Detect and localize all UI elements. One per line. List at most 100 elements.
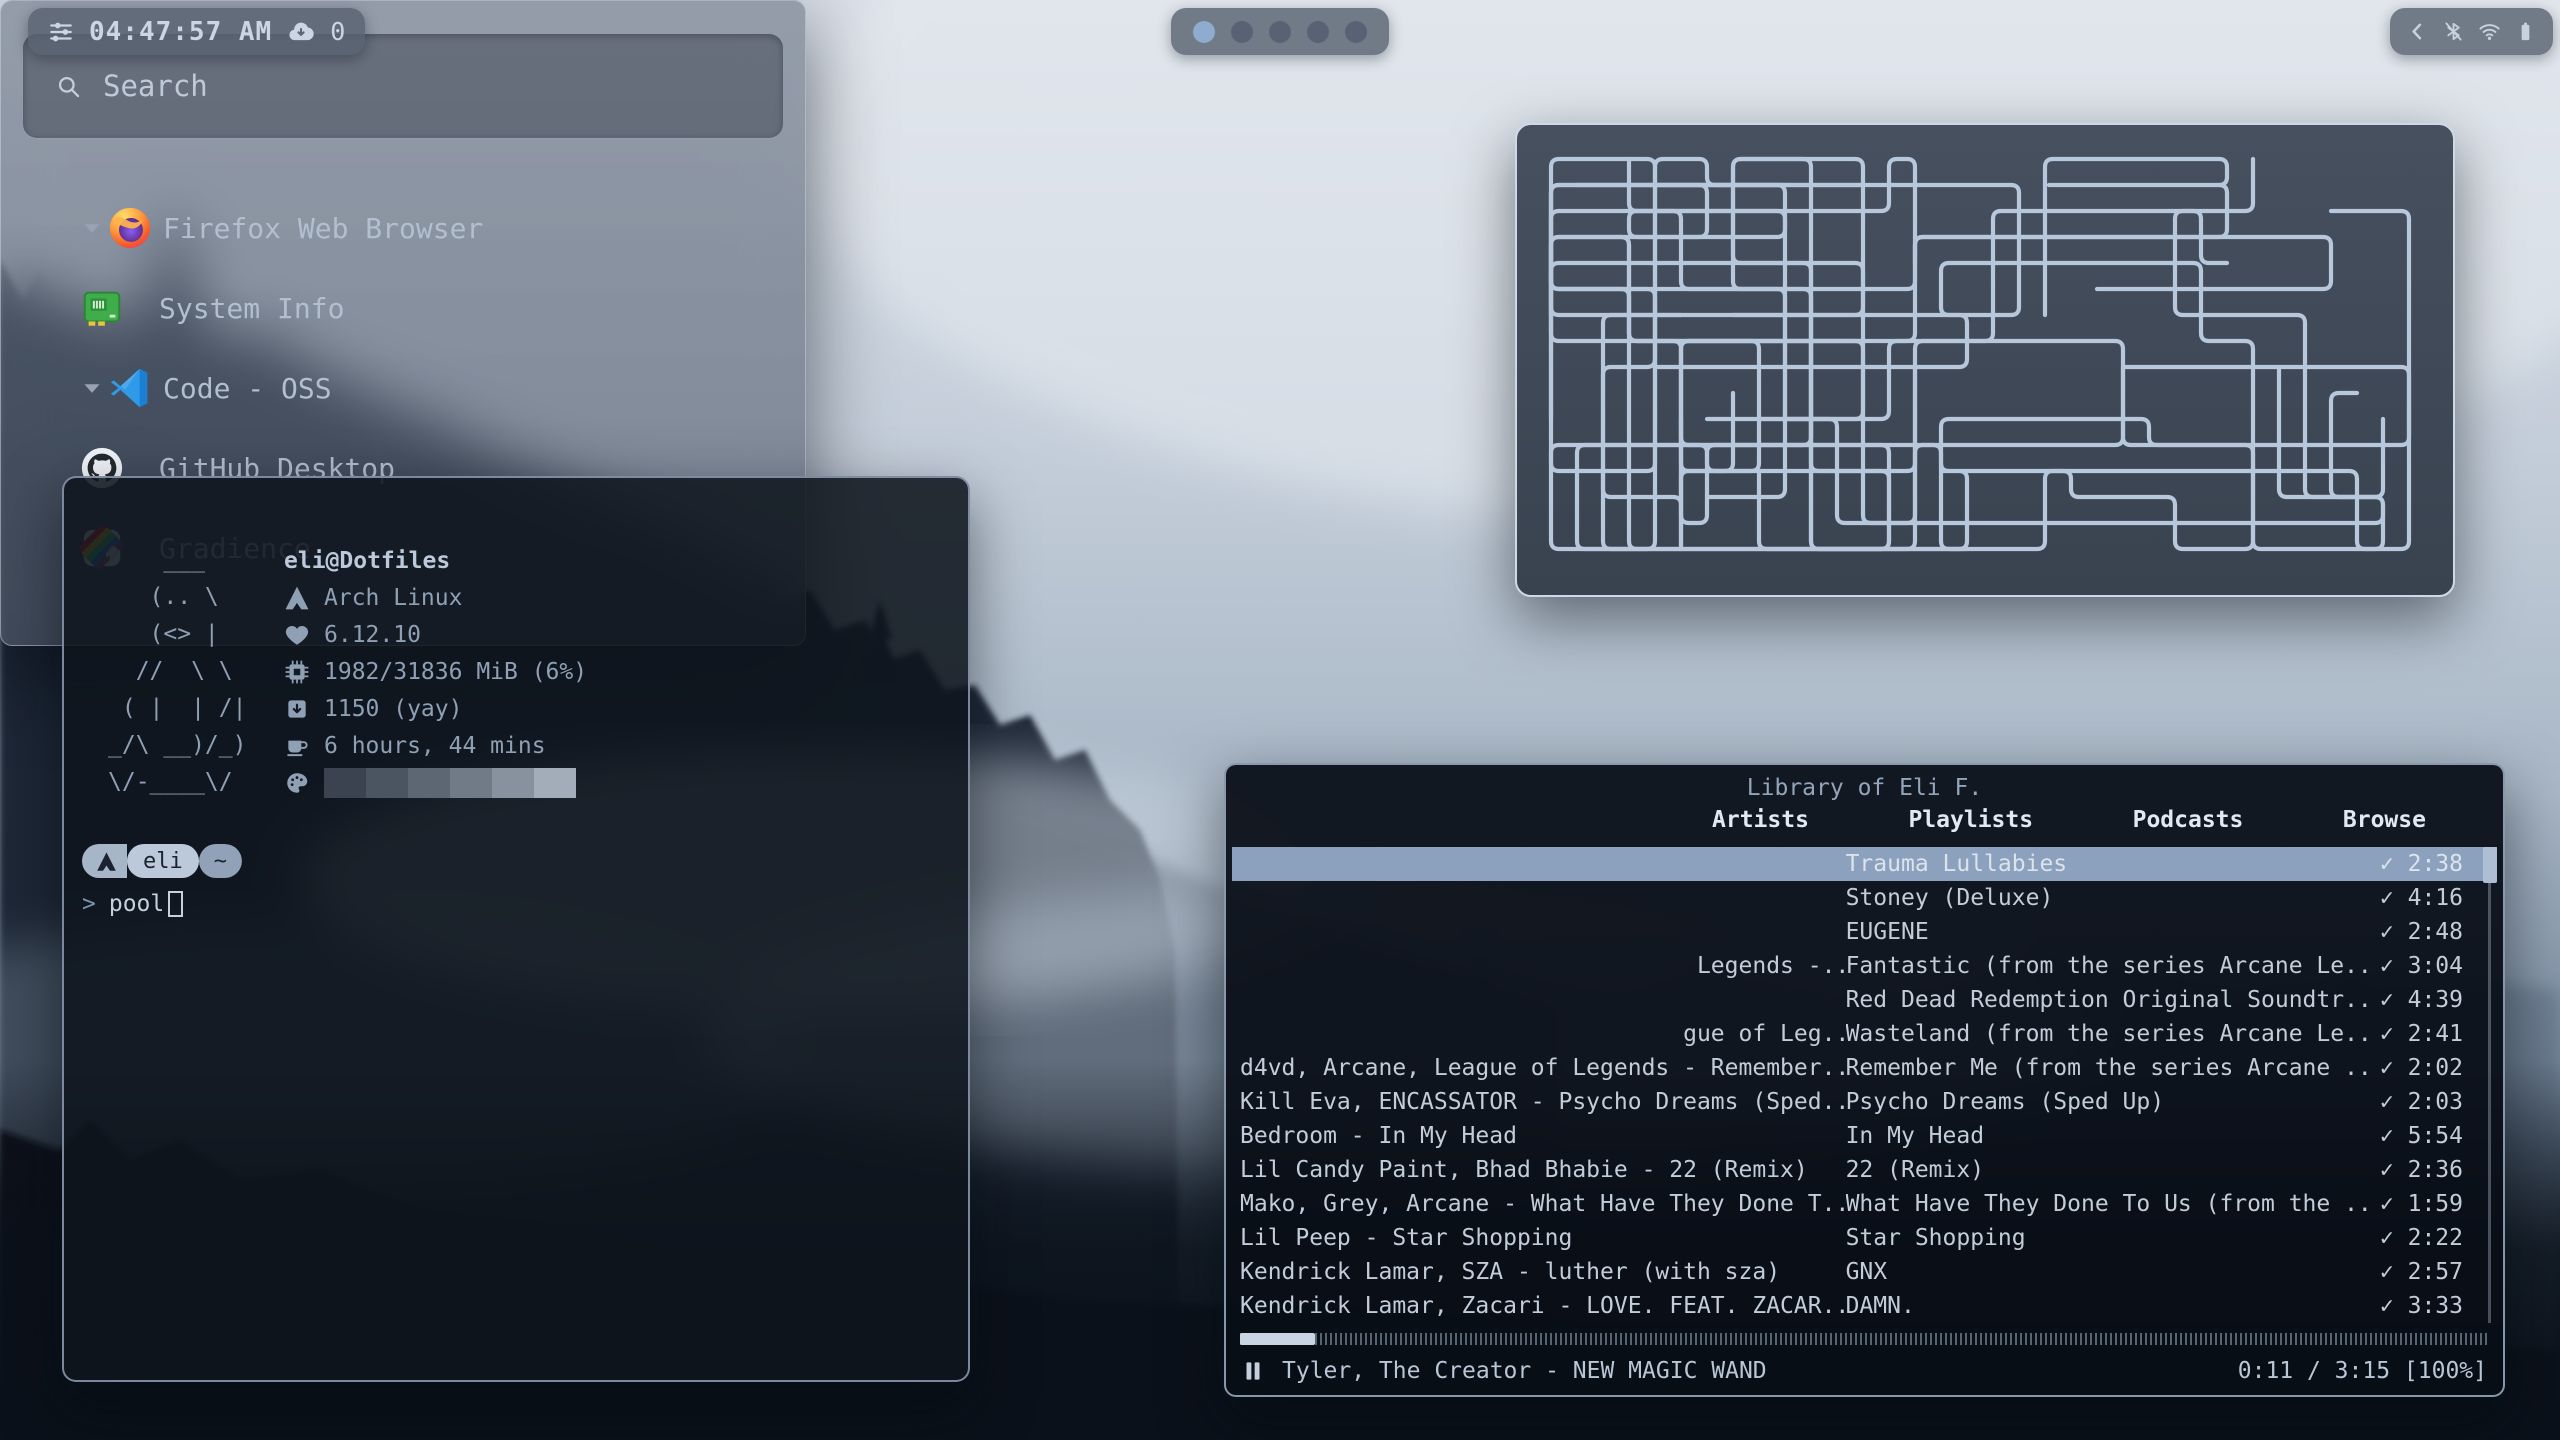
track-row[interactable]: Mako, Grey, Arcane - What Have They Done… <box>1232 1187 2497 1221</box>
fastfetch-entry: 1982/31836 MiB (6%) <box>284 653 587 690</box>
clock: 04:47:57 AM <box>89 17 272 47</box>
track-duration: ✓ 2:36 <box>2380 1157 2463 1183</box>
launcher-item-firefox-web-browser[interactable]: Firefox Web Browser <box>1 188 805 268</box>
chevron-down-icon <box>79 375 105 401</box>
track-row[interactable]: Stoney (Deluxe)✓ 4:16 <box>1232 881 2497 915</box>
workspace-dot-5[interactable] <box>1345 21 1367 43</box>
workspace-dot-2[interactable] <box>1231 21 1253 43</box>
track-row[interactable]: Trauma Lullabies✓ 2:38 <box>1232 847 2497 881</box>
now-playing-time: 0:11 / 3:15 [100%] <box>2238 1358 2487 1384</box>
track-row[interactable]: Red Dead Redemption Original Soundtr..✓ … <box>1232 983 2497 1017</box>
track-duration: ✓ 2:02 <box>2380 1055 2463 1081</box>
text-cursor <box>168 891 183 917</box>
fastfetch-output: ___ (.. \ (<> | // \ \ ( | | /| _/\ __)/… <box>108 542 587 801</box>
track-artist: d4vd, Arcane, League of Legends - Rememb… <box>1240 1055 1846 1081</box>
prompt-pill: eli ~ <box>82 844 242 878</box>
search-input[interactable] <box>103 69 783 103</box>
fastfetch-entry: 6.12.10 <box>284 616 587 653</box>
pipes-screensaver-window[interactable] <box>1515 123 2455 597</box>
track-artist: Kill Eva, ENCASSATOR - Psycho Dreams (Sp… <box>1240 1089 1846 1115</box>
prompt-cwd: ~ <box>199 844 242 878</box>
track-artist: Bedroom - In My Head <box>1240 1123 1846 1149</box>
track-row[interactable]: EUGENE✓ 2:48 <box>1232 915 2497 949</box>
track-row[interactable]: Lil Candy Paint, Bhad Bhabie - 22 (Remix… <box>1232 1153 2497 1187</box>
shell-prompt: eli ~ > pool <box>82 844 242 917</box>
terminal-window[interactable]: ___ (.. \ (<> | // \ \ ( | | /| _/\ __)/… <box>62 476 970 1382</box>
palette-swatch <box>408 768 450 798</box>
track-row[interactable]: Kendrick Lamar, Zacari - LOVE. FEAT. ZAC… <box>1232 1289 2497 1323</box>
desktop: { "colors": { "accent_blue": "#8fabce", … <box>0 0 2560 1440</box>
playback-progress-bar[interactable] <box>1240 1333 2489 1345</box>
fastfetch-value: 6.12.10 <box>324 622 421 648</box>
now-playing-bar: Tyler, The Creator - NEW MAGIC WAND 0:11… <box>1240 1351 2487 1391</box>
tab-artists[interactable]: Artists <box>1712 807 1809 833</box>
fastfetch-entry: 1150 (yay) <box>284 690 587 727</box>
track-artist: Legends -.. <box>1240 953 1846 979</box>
workspace-dot-3[interactable] <box>1269 21 1291 43</box>
track-row[interactable]: gue of Leg..Wasteland (from the series A… <box>1232 1017 2497 1051</box>
typed-command: pool <box>109 891 164 917</box>
workspace-dot-4[interactable] <box>1307 21 1329 43</box>
palette-swatch <box>324 768 366 798</box>
track-duration: ✓ 3:33 <box>2380 1293 2463 1319</box>
palette-swatch <box>450 768 492 798</box>
statusbar-clock-pill[interactable]: 04:47:57 AM 0 <box>28 8 365 55</box>
chevron-left-icon[interactable] <box>2406 20 2429 43</box>
launcher-item-label: Firefox Web Browser <box>163 212 483 245</box>
system-tray <box>2390 8 2553 55</box>
updates-count: 0 <box>330 17 345 46</box>
tab-playlists[interactable]: Playlists <box>1908 807 2033 833</box>
prompt-user: eli <box>127 844 199 878</box>
track-row[interactable]: Lil Peep - Star ShoppingStar Shopping✓ 2… <box>1232 1221 2497 1255</box>
command-line[interactable]: > pool <box>82 891 242 917</box>
track-artist: Lil Peep - Star Shopping <box>1240 1225 1846 1251</box>
track-duration: ✓ 5:54 <box>2380 1123 2463 1149</box>
track-duration: ✓ 2:22 <box>2380 1225 2463 1251</box>
bluetooth-off-icon[interactable] <box>2442 20 2465 43</box>
palette-swatch <box>366 768 408 798</box>
launcher-item-system-info[interactable]: System Info <box>1 268 805 348</box>
track-duration: ✓ 2:03 <box>2380 1089 2463 1115</box>
track-title: Wasteland (from the series Arcane Le.. <box>1846 1021 2380 1047</box>
track-row[interactable]: Kendrick Lamar, SZA - luther (with sza)G… <box>1232 1255 2497 1289</box>
workspace-switcher <box>1171 8 1389 55</box>
scrollbar-thumb[interactable] <box>2483 847 2497 883</box>
track-row[interactable]: Bedroom - In My HeadIn My Head✓ 5:54 <box>1232 1119 2497 1153</box>
firefox-icon <box>107 205 153 251</box>
music-player-window[interactable]: Library of Eli F. ArtistsPlaylistsPodcas… <box>1224 763 2505 1397</box>
wifi-icon[interactable] <box>2478 20 2501 43</box>
track-duration: ✓ 2:48 <box>2380 919 2463 945</box>
track-title: What Have They Done To Us (from the .. <box>1846 1191 2380 1217</box>
track-duration: ✓ 4:16 <box>2380 885 2463 911</box>
tab-podcasts[interactable]: Podcasts <box>2133 807 2244 833</box>
system-info-icon <box>79 285 125 331</box>
launcher-item-code-oss[interactable]: Code - OSS <box>1 348 805 428</box>
track-row[interactable]: Kill Eva, ENCASSATOR - Psycho Dreams (Sp… <box>1232 1085 2497 1119</box>
sliders-icon <box>48 19 74 45</box>
track-title: Trauma Lullabies <box>1846 851 2380 877</box>
tab-browse[interactable]: Browse <box>2343 807 2426 833</box>
fastfetch-entry: Arch Linux <box>284 579 587 616</box>
track-duration: ✓ 1:59 <box>2380 1191 2463 1217</box>
track-artist: Mako, Grey, Arcane - What Have They Done… <box>1240 1191 1846 1217</box>
track-artist: Kendrick Lamar, Zacari - LOVE. FEAT. ZAC… <box>1240 1293 1846 1319</box>
track-title: Star Shopping <box>1846 1225 2380 1251</box>
track-title: Stoney (Deluxe) <box>1846 885 2380 911</box>
palette-swatch <box>534 768 576 798</box>
track-duration: ✓ 4:39 <box>2380 987 2463 1013</box>
track-artist: gue of Leg.. <box>1240 1021 1846 1047</box>
fastfetch-value: 1150 (yay) <box>324 696 462 722</box>
pause-icon[interactable] <box>1240 1358 1266 1384</box>
track-row[interactable]: Legends -..Fantastic (from the series Ar… <box>1232 949 2497 983</box>
packages-icon <box>284 696 310 722</box>
playback-progress-fill <box>1240 1333 1315 1345</box>
track-title: Remember Me (from the series Arcane .. <box>1846 1055 2380 1081</box>
track-artist: Lil Candy Paint, Bhad Bhabie - 22 (Remix… <box>1240 1157 1846 1183</box>
fastfetch-value: 6 hours, 44 mins <box>324 733 546 759</box>
track-row[interactable]: d4vd, Arcane, League of Legends - Rememb… <box>1232 1051 2497 1085</box>
workspace-dot-1[interactable] <box>1193 21 1215 43</box>
fastfetch-title: eli@Dotfiles <box>284 548 450 574</box>
scrollbar-track[interactable] <box>2488 847 2491 1323</box>
battery-icon[interactable] <box>2514 20 2537 43</box>
track-title: Fantastic (from the series Arcane Le.. <box>1846 953 2380 979</box>
